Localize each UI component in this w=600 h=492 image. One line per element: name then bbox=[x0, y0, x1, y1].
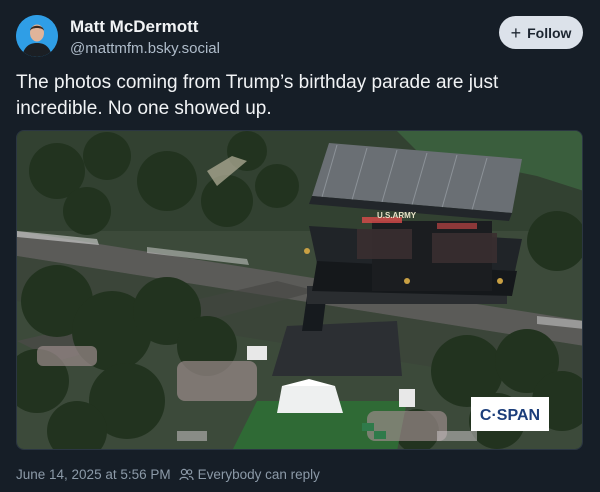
author-display-name[interactable]: Matt McDermott bbox=[70, 17, 198, 37]
parade-aerial-photo: U.S.ARMY C·SPAN bbox=[17, 131, 582, 449]
follow-label: Follow bbox=[527, 24, 572, 41]
author-avatar[interactable] bbox=[16, 15, 58, 57]
post-footer: June 14, 2025 at 5:56 PM Everybody can r… bbox=[16, 467, 320, 482]
follow-button[interactable]: + Follow bbox=[499, 16, 583, 49]
stage-sign: U.S.ARMY bbox=[377, 211, 417, 220]
people-icon bbox=[179, 468, 194, 481]
post-card: Matt McDermott @mattmfm.bsky.social + Fo… bbox=[0, 0, 600, 492]
reply-setting-label: Everybody can reply bbox=[197, 467, 320, 482]
reply-setting: Everybody can reply bbox=[179, 467, 320, 482]
cspan-watermark: C·SPAN bbox=[480, 407, 540, 424]
post-image[interactable]: U.S.ARMY C·SPAN bbox=[16, 130, 583, 450]
author-handle[interactable]: @mattmfm.bsky.social bbox=[70, 40, 220, 57]
avatar-image bbox=[16, 15, 58, 57]
post-timestamp[interactable]: June 14, 2025 at 5:56 PM bbox=[16, 467, 171, 482]
plus-icon: + bbox=[510, 22, 522, 43]
post-text: The photos coming from Trump’s birthday … bbox=[16, 72, 499, 119]
